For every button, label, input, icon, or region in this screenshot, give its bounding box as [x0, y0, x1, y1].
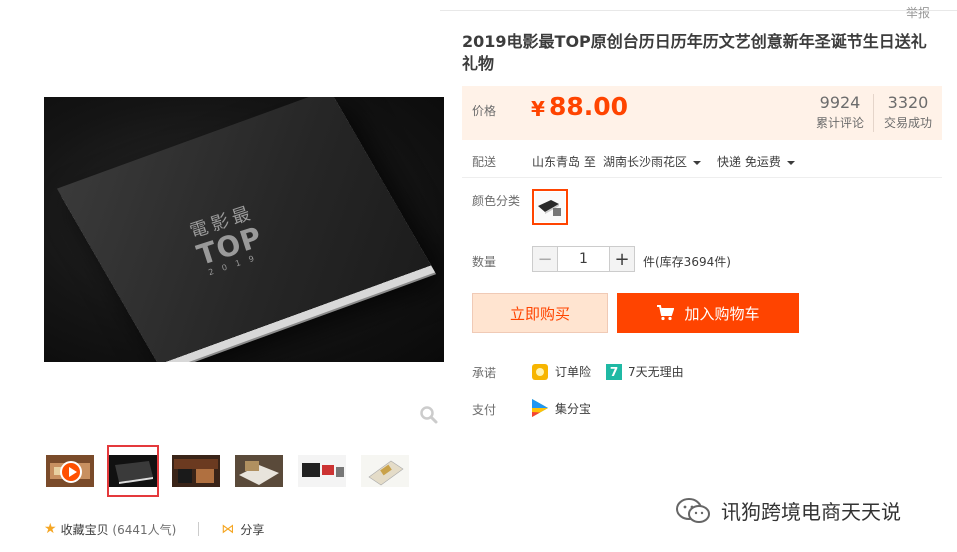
wechat-watermark: 讯狗跨境电商天天说 [675, 496, 901, 525]
price-value: 88.00 [549, 92, 629, 121]
main-product-image[interactable]: 電影最 TOP 2019 [44, 97, 444, 362]
sales-count-label: 交易成功 [883, 116, 932, 130]
buy-now-button[interactable]: 立即购买 [472, 293, 608, 333]
chevron-down-icon [693, 160, 702, 165]
seven-day-return-text: 7天无理由 [628, 365, 684, 379]
report-link[interactable]: 举报 [906, 4, 930, 21]
calendar-display-thumbnail-image [172, 455, 220, 487]
sales-count: 3320 [887, 93, 929, 112]
thumbnail-calendar-page[interactable] [359, 445, 411, 497]
price-label: 价格 [472, 104, 497, 118]
zoom-icon[interactable] [419, 405, 439, 425]
color-option-swatch[interactable] [532, 189, 568, 225]
payment-method-text: 集分宝 [555, 401, 592, 416]
thumbnail-calendar-box[interactable] [107, 445, 159, 497]
watermark-text: 讯狗跨境电商天天说 [721, 500, 901, 524]
thumbnail-strip [44, 445, 414, 497]
shipping-label: 配送 [472, 155, 497, 169]
product-title: 2019电影最TOP原创台历日历年历文艺创意新年圣诞节生日送礼礼物 [462, 32, 927, 73]
share-icon: ⋈ [221, 521, 235, 537]
calendar-box-thumbnail-image [109, 455, 157, 487]
stat-divider [873, 94, 874, 132]
review-count-stat[interactable]: 9924 累计评论 [810, 92, 870, 131]
favorite-count: (6441人气) [112, 522, 177, 537]
play-icon[interactable] [60, 461, 82, 483]
promise-label: 承诺 [472, 366, 497, 380]
color-option-image [535, 192, 565, 222]
calendar-page-thumbnail-image [361, 455, 409, 487]
shipping-divider [462, 177, 942, 178]
favorite-button[interactable]: 收藏宝贝 (6441人气) [61, 521, 177, 538]
promise-seven-day-return[interactable]: 7 7天无理由 [606, 363, 684, 380]
quantity-input[interactable]: 1 [558, 246, 609, 272]
jifenbao-icon [532, 399, 548, 417]
quantity-decrement-button[interactable]: − [532, 246, 558, 272]
add-to-cart-label: 加入购物车 [684, 304, 760, 323]
favorite-label: 收藏宝贝 [60, 522, 109, 537]
shipping-method: 快递 免运费 [717, 155, 781, 169]
shipping-method-select[interactable]: 快递 免运费 [717, 153, 795, 170]
price-currency: ¥ [531, 97, 545, 121]
thumbnail-video[interactable] [44, 445, 96, 497]
calendar-open-thumbnail-image [235, 455, 283, 487]
stock-text: 件(库存3694件) [643, 255, 731, 269]
add-to-cart-button[interactable]: 加入购物车 [617, 293, 799, 333]
cart-icon [657, 305, 675, 321]
chevron-down-icon [786, 160, 795, 165]
payment-label: 支付 [472, 403, 497, 417]
sales-count-stat: 3320 交易成功 [878, 92, 938, 131]
quantity-increment-button[interactable]: + [609, 246, 635, 272]
color-label: 颜色分类 [472, 194, 521, 208]
footer-divider [198, 522, 200, 536]
thumbnail-calendar-open[interactable] [233, 445, 285, 497]
insurance-icon [532, 363, 548, 380]
shipping-destination-select[interactable]: 湖南长沙雨花区 [603, 153, 702, 170]
thumbnail-calendar-display[interactable] [170, 445, 222, 497]
review-count-label: 累计评论 [815, 116, 864, 130]
calendar-set-thumbnail-image [298, 455, 346, 487]
seven-day-return-icon: 7 [606, 363, 622, 380]
insurance-text: 订单险 [555, 365, 592, 379]
promise-insurance[interactable]: 订单险 [532, 363, 591, 380]
shipping-origin: 山东青岛 至 [532, 155, 596, 169]
wechat-icon [676, 497, 710, 523]
payment-method: 集分宝 [532, 399, 591, 417]
top-divider [440, 10, 957, 11]
star-icon: ★ [44, 521, 57, 537]
favorite-share-bar: ★ 收藏宝贝 (6441人气) ⋈ 分享 [44, 519, 264, 539]
price-panel: 价格 ¥ 88.00 9924 累计评论 3320 交易成功 [462, 86, 942, 140]
share-button[interactable]: 分享 [240, 521, 264, 538]
quantity-label: 数量 [472, 255, 497, 269]
review-count: 9924 [819, 93, 861, 112]
shipping-destination: 湖南长沙雨花区 [603, 155, 688, 169]
thumbnail-calendar-set[interactable] [296, 445, 348, 497]
